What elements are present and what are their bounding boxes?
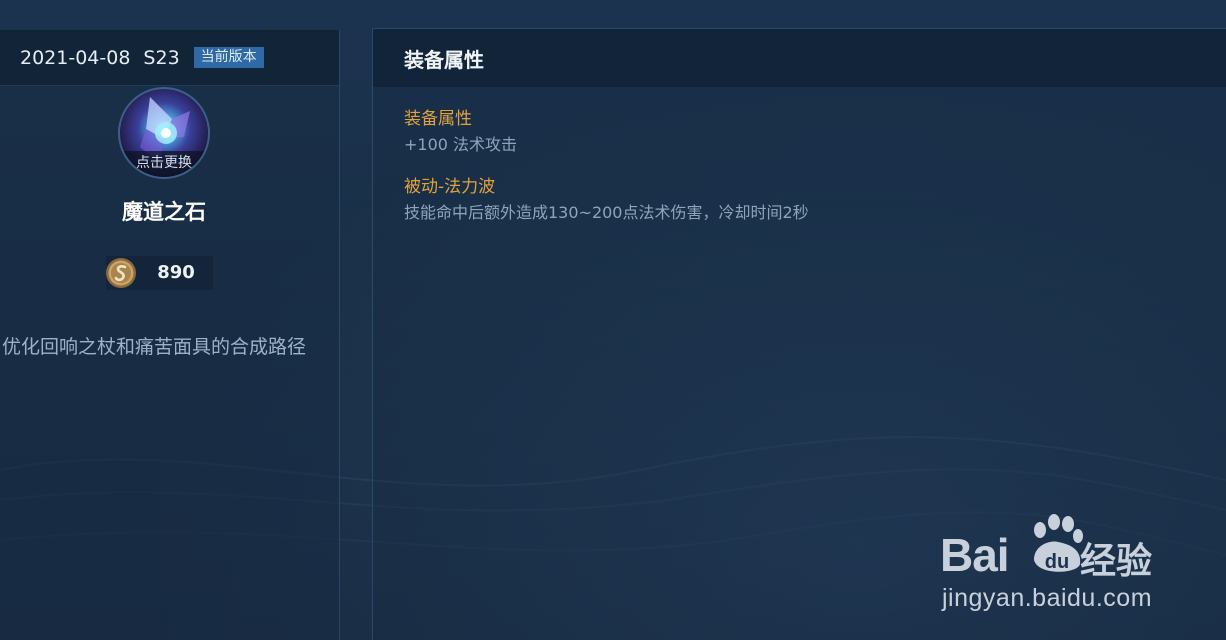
item-avatar-button[interactable]: 点击更换 [118, 87, 210, 179]
passive-section: 被动-法力波 技能命中后额外造成130~200点法术伤害，冷却时间2秒 [404, 175, 809, 225]
price-box: 890 [106, 256, 213, 290]
season-label: S23 [143, 46, 180, 69]
version-date: 2021-04-08 [20, 46, 131, 69]
attributes-header: 装备属性 [373, 29, 1226, 87]
version-bar: 2021-04-08 S23 当前版本 [0, 30, 339, 86]
item-name: 魔道之石 [122, 200, 206, 224]
passive-section-text: 技能命中后额外造成130~200点法术伤害，冷却时间2秒 [404, 203, 809, 222]
watermark-url: jingyan.baidu.com [942, 584, 1153, 612]
attributes-title: 装备属性 [404, 47, 484, 72]
attribute-section-text: +100 法术攻击 [404, 135, 518, 154]
jingyan-text: 经验 [1080, 541, 1153, 582]
change-avatar-label: 点击更换 [120, 151, 208, 177]
baidu-logo-left: Bai [940, 529, 1010, 581]
item-description: 优化回响之杖和痛苦面具的合成路径 [2, 336, 307, 358]
passive-section-title: 被动-法力波 [404, 177, 496, 197]
gold-coin-icon [106, 258, 136, 288]
current-version-badge: 当前版本 [193, 47, 264, 68]
attribute-section-title: 装备属性 [404, 109, 472, 129]
baidu-jingyan-watermark: Bai du 经验 jingyan.baidu.com [940, 508, 1170, 618]
baidu-logo-text: Bai [940, 528, 1010, 582]
item-price: 890 [157, 262, 195, 283]
baidu-du-text: du [1045, 551, 1069, 573]
attribute-section: 装备属性 +100 法术攻击 [404, 107, 517, 157]
